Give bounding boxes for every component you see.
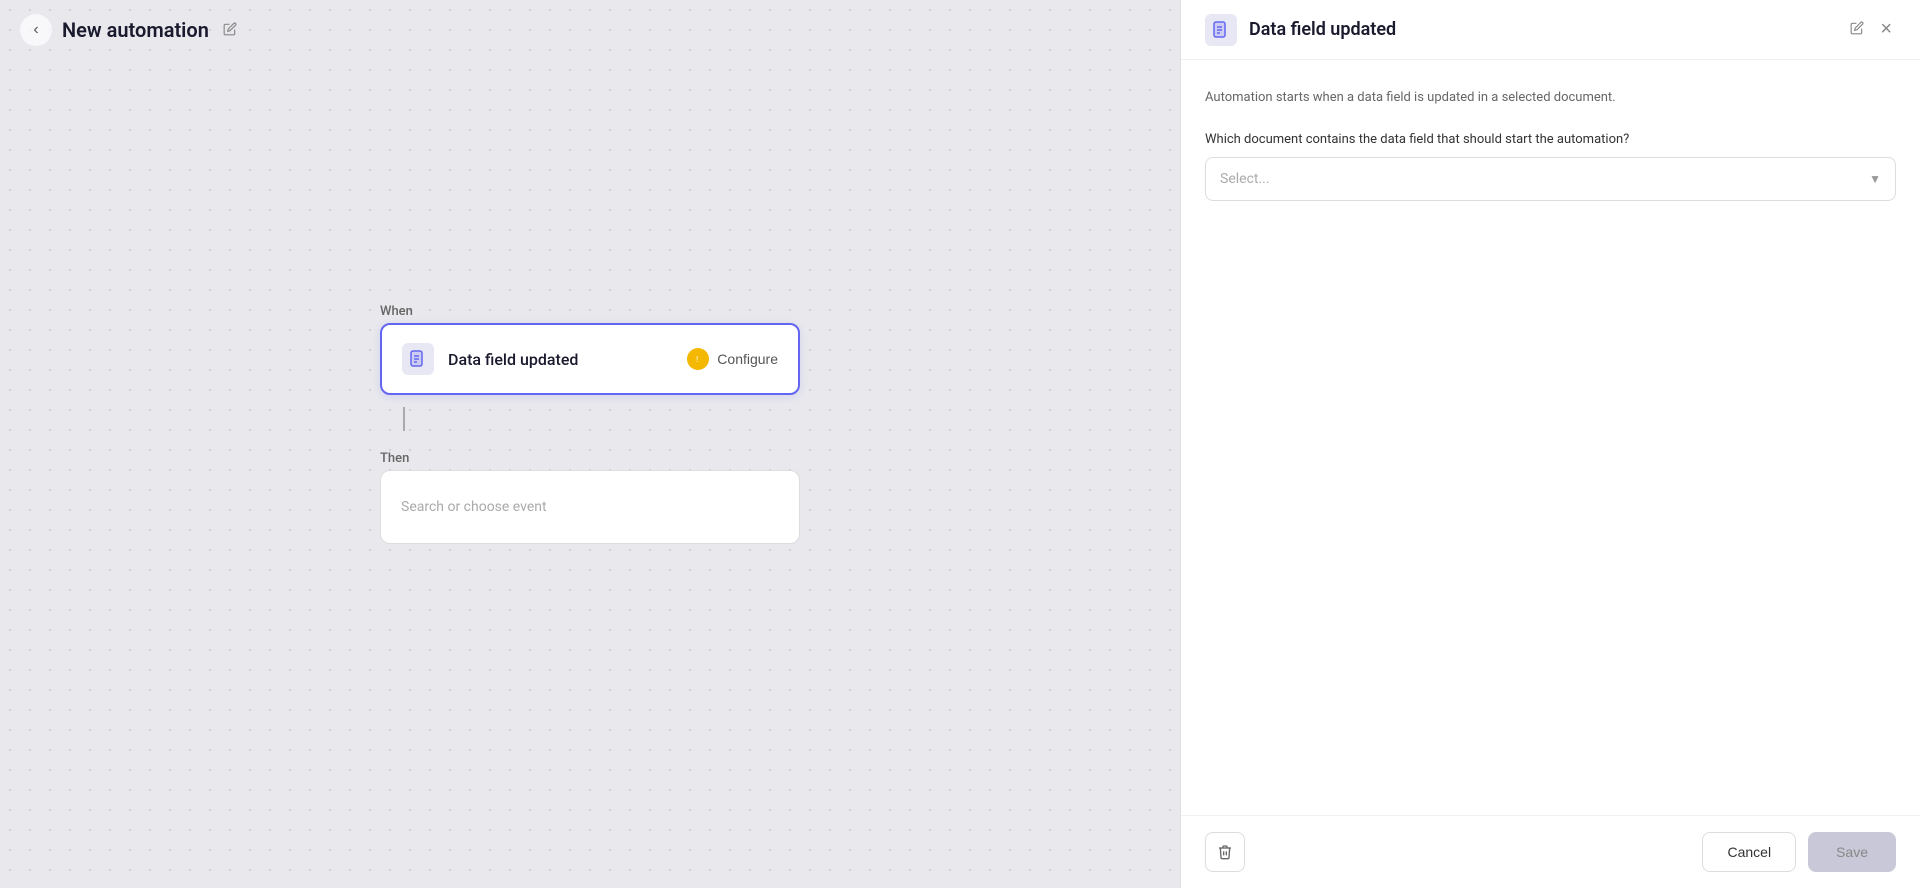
save-button[interactable]: Save (1808, 832, 1896, 872)
warning-icon: ! (693, 354, 703, 364)
footer-actions: Cancel Save (1702, 832, 1896, 872)
when-label: When (380, 304, 800, 319)
trigger-doc-icon (402, 343, 434, 375)
back-icon: ‹ (33, 21, 38, 39)
right-panel-footer: Cancel Save (1181, 815, 1920, 888)
sidebar-document-icon (1213, 21, 1229, 39)
automation-canvas: ‹ New automation When (0, 0, 1180, 888)
trigger-name: Data field updated (448, 350, 578, 369)
pencil-icon (223, 22, 237, 36)
select-placeholder: Select... (1220, 171, 1270, 187)
trigger-card-left: Data field updated (402, 343, 578, 375)
left-header: ‹ New automation (0, 0, 1180, 60)
sidebar-edit-button[interactable] (1850, 21, 1864, 38)
configure-warning-dot: ! (687, 348, 709, 370)
right-panel: Data field updated × Automation starts w… (1180, 0, 1920, 888)
close-button[interactable]: × (1876, 14, 1896, 45)
event-placeholder: Search or choose event (401, 499, 547, 515)
edit-title-button[interactable] (219, 18, 241, 43)
delete-button[interactable] (1205, 832, 1245, 872)
document-field-label: Which document contains the data field t… (1205, 132, 1896, 147)
configure-button[interactable]: ! Configure (687, 348, 778, 370)
canvas-content: When (0, 60, 1180, 888)
document-select[interactable]: Select... ▼ (1205, 157, 1896, 201)
trigger-card[interactable]: Data field updated ! Configure (380, 323, 800, 395)
then-label: Then (380, 451, 800, 466)
right-panel-body: Automation starts when a data field is u… (1181, 60, 1920, 815)
flow-connector (403, 407, 405, 431)
chevron-down-icon: ▼ (1869, 172, 1881, 186)
then-section: Then Search or choose event (380, 451, 800, 544)
cancel-button[interactable]: Cancel (1702, 832, 1796, 872)
event-card[interactable]: Search or choose event (380, 470, 800, 544)
when-section: When (380, 304, 800, 395)
trash-icon (1217, 844, 1233, 860)
automation-description: Automation starts when a data field is u… (1205, 88, 1896, 108)
sidebar-pencil-icon (1850, 21, 1864, 35)
svg-text:!: ! (696, 355, 698, 364)
back-button[interactable]: ‹ (20, 14, 52, 46)
right-panel-header: Data field updated × (1181, 0, 1920, 60)
sidebar-title: Data field updated (1249, 19, 1838, 40)
flow-section: When (380, 304, 800, 544)
automation-title: New automation (62, 18, 209, 42)
document-icon (410, 350, 426, 368)
close-icon: × (1880, 18, 1892, 40)
sidebar-doc-icon (1205, 14, 1237, 46)
configure-label: Configure (717, 351, 778, 367)
